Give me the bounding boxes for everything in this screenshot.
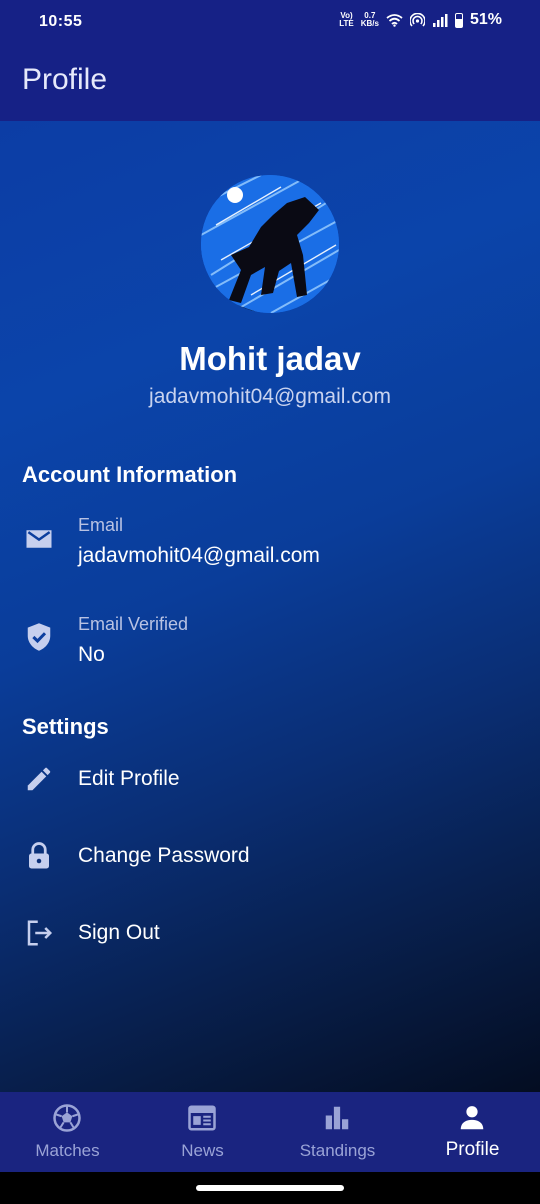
lock-icon (29, 842, 49, 869)
app-bar: 10:55 Vo) LTE 0.7 KB/s 51% Profile (0, 0, 540, 121)
nav-standings[interactable]: Standings (270, 1092, 405, 1172)
avatar[interactable] (201, 175, 339, 313)
profile-name: Mohit jadav (179, 340, 361, 377)
signal-icon (432, 14, 448, 27)
gesture-bar[interactable] (196, 1185, 344, 1191)
nav-news-label: News (181, 1141, 224, 1160)
bottom-navigation: Matches News Standings Profile (0, 1092, 540, 1172)
pencil-icon (27, 767, 51, 791)
bar-chart-icon (325, 1106, 349, 1130)
edit-profile-item[interactable]: Edit Profile (0, 754, 540, 804)
nav-matches[interactable]: Matches (0, 1092, 135, 1172)
network-speed: 0.7 KB/s (360, 11, 379, 28)
nav-profile[interactable]: Profile (405, 1092, 540, 1172)
change-password-item[interactable]: Change Password (0, 831, 540, 881)
email-verified-label: Email Verified (78, 614, 189, 634)
verified-shield-icon (27, 623, 51, 651)
page-title: Profile (22, 63, 108, 96)
change-password-label: Change Password (78, 844, 250, 867)
volte-indicator: Vo) LTE (339, 11, 354, 28)
sign-out-item[interactable]: Sign Out (0, 908, 540, 958)
person-icon (460, 1106, 484, 1130)
mail-icon (26, 530, 52, 548)
wifi-icon (386, 14, 403, 27)
profile-screen: 10:55 Vo) LTE 0.7 KB/s 51% Profile Mohit… (0, 0, 540, 1172)
account-information-heading: Account Information (22, 462, 238, 487)
profile-email: jadavmohit04@gmail.com (149, 385, 391, 408)
avatar-image (201, 175, 339, 313)
nav-standings-label: Standings (299, 1141, 376, 1160)
nav-matches-label: Matches (35, 1141, 100, 1160)
settings-heading: Settings (22, 714, 109, 739)
newspaper-icon (188, 1105, 216, 1131)
sign-out-label: Sign Out (78, 921, 160, 944)
status-icons: Vo) LTE 0.7 KB/s 51% (339, 11, 502, 29)
email-verified-value: No (78, 643, 105, 666)
battery-icon (454, 12, 463, 28)
email-info-row: Email jadavmohit04@gmail.com (0, 510, 540, 580)
hotspot-icon (409, 13, 425, 27)
soccer-ball-icon (53, 1104, 81, 1132)
nav-news[interactable]: News (135, 1092, 270, 1172)
edit-profile-label: Edit Profile (78, 767, 180, 790)
email-value: jadavmohit04@gmail.com (78, 544, 320, 567)
logout-icon (27, 920, 53, 946)
battery-level: 51% (469, 11, 502, 28)
status-bar: 10:55 Vo) LTE 0.7 KB/s 51% (0, 0, 540, 44)
status-time: 10:55 (39, 13, 83, 30)
nav-profile-label: Profile (445, 1139, 500, 1160)
email-label: Email (78, 515, 124, 535)
email-verified-row: Email Verified No (0, 608, 540, 678)
